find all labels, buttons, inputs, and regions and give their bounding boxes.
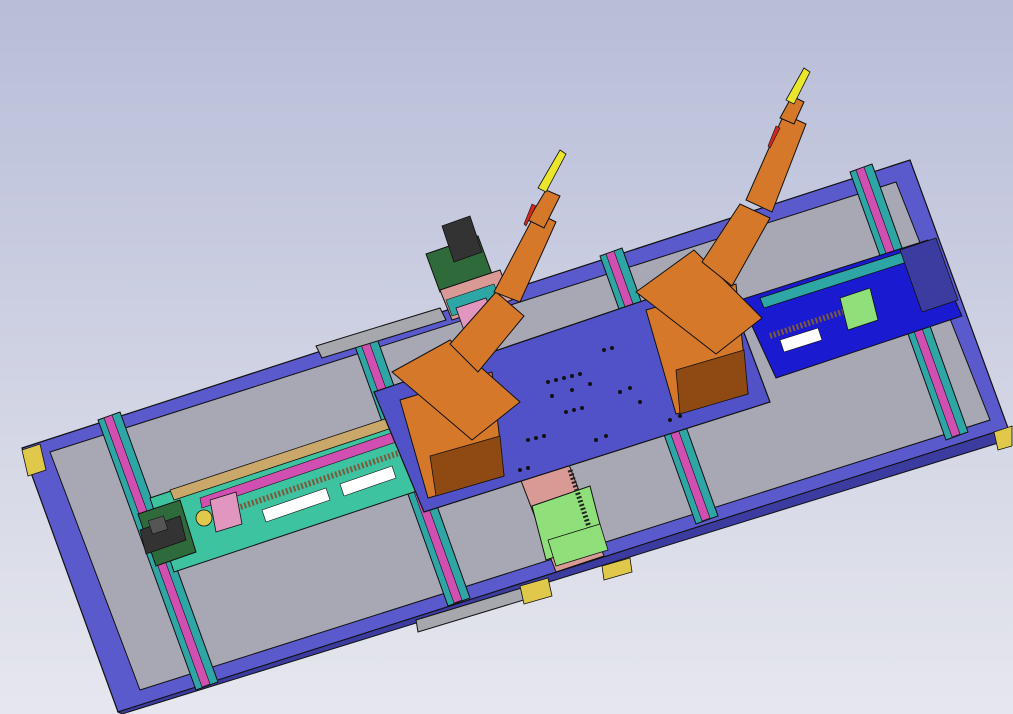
platform-hole xyxy=(678,414,682,418)
platform-hole xyxy=(518,468,522,472)
platform-hole xyxy=(564,410,568,414)
platform-hole xyxy=(588,382,592,386)
platform-hole xyxy=(570,374,574,378)
platform-hole xyxy=(554,378,558,382)
platform-hole xyxy=(550,394,554,398)
platform-hole xyxy=(638,400,642,404)
platform-hole xyxy=(628,386,632,390)
platform-hole xyxy=(610,346,614,350)
platform-hole xyxy=(602,348,606,352)
left-coupling xyxy=(195,509,213,527)
platform-hole xyxy=(594,438,598,442)
platform-hole xyxy=(570,388,574,392)
platform-hole xyxy=(562,376,566,380)
platform-hole xyxy=(572,408,576,412)
cad-scene xyxy=(0,0,1013,714)
platform-hole xyxy=(542,434,546,438)
platform-hole xyxy=(618,390,622,394)
platform-hole xyxy=(604,434,608,438)
cad-viewport[interactable] xyxy=(0,0,1013,714)
platform-hole xyxy=(526,466,530,470)
platform-hole xyxy=(546,380,550,384)
platform-hole xyxy=(526,438,530,442)
platform-hole xyxy=(668,418,672,422)
platform-hole xyxy=(578,372,582,376)
platform-hole xyxy=(534,436,538,440)
platform-hole xyxy=(580,406,584,410)
